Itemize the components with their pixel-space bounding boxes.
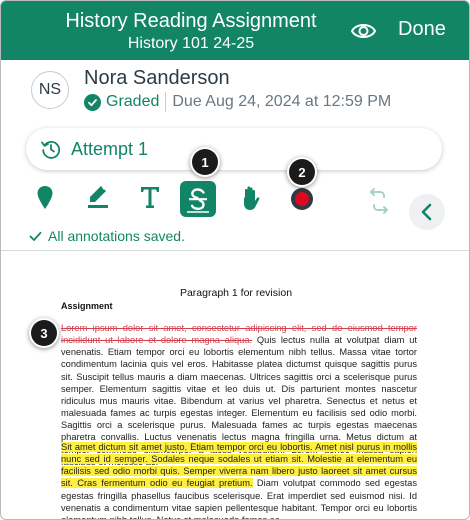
submission-status: Graded Due Aug 24, 2024 at 12:59 PM bbox=[84, 92, 391, 112]
paragraph-2[interactable]: Sit amet dictum sit amet justo. Etiam te… bbox=[61, 441, 417, 519]
document-subheading: Assignment bbox=[61, 301, 113, 311]
attempt-label: Attempt 1 bbox=[71, 138, 149, 159]
toolbar-divider bbox=[1, 250, 469, 251]
callout-1: 1 bbox=[192, 149, 218, 175]
history-icon bbox=[41, 141, 61, 159]
due-date: Due Aug 24, 2024 at 12:59 PM bbox=[172, 93, 392, 110]
callout-2: 2 bbox=[289, 159, 315, 185]
chevron-left-icon bbox=[421, 203, 432, 221]
callout-3: 3 bbox=[31, 320, 57, 346]
point-annotation-icon[interactable] bbox=[36, 185, 54, 211]
done-button[interactable]: Done bbox=[398, 18, 446, 41]
header-titles: History Reading Assignment History 101 2… bbox=[1, 10, 381, 54]
attempt-selector[interactable]: Attempt 1 bbox=[26, 128, 442, 170]
check-circle-icon bbox=[84, 93, 101, 111]
status-divider bbox=[165, 92, 167, 112]
assignment-title: History Reading Assignment bbox=[65, 10, 317, 32]
color-picker-button[interactable] bbox=[291, 188, 313, 210]
paragraph-1[interactable]: Lorem ipsum dolor sit amet, consectetur … bbox=[61, 322, 417, 467]
text-tool-icon[interactable] bbox=[139, 184, 161, 210]
avatar: NS bbox=[31, 71, 69, 109]
strikeout-tool-button[interactable] bbox=[180, 181, 216, 217]
annotations-saved-status: All annotations saved. bbox=[29, 228, 185, 244]
highlight-pen-icon[interactable] bbox=[86, 184, 110, 210]
checkmark-icon bbox=[29, 231, 42, 241]
document-heading: Paragraph 1 for revision bbox=[179, 287, 293, 299]
speedgrader-annotation-screen: History Reading Assignment History 101 2… bbox=[0, 0, 470, 520]
header-bar: History Reading Assignment History 101 2… bbox=[1, 1, 469, 60]
hand-pan-icon[interactable] bbox=[239, 184, 263, 212]
selected-color-swatch bbox=[295, 192, 309, 206]
collapse-toolbar-button[interactable] bbox=[409, 194, 445, 230]
course-subtitle: History 101 24-25 bbox=[127, 35, 255, 52]
undo-redo-icon[interactable] bbox=[365, 187, 393, 215]
student-name: Nora Sanderson bbox=[84, 67, 230, 89]
strikeout-tool-icon bbox=[187, 188, 209, 213]
saved-status-text: All annotations saved. bbox=[48, 228, 185, 244]
graded-status-label: Graded bbox=[106, 93, 160, 110]
eye-icon[interactable] bbox=[350, 20, 377, 42]
